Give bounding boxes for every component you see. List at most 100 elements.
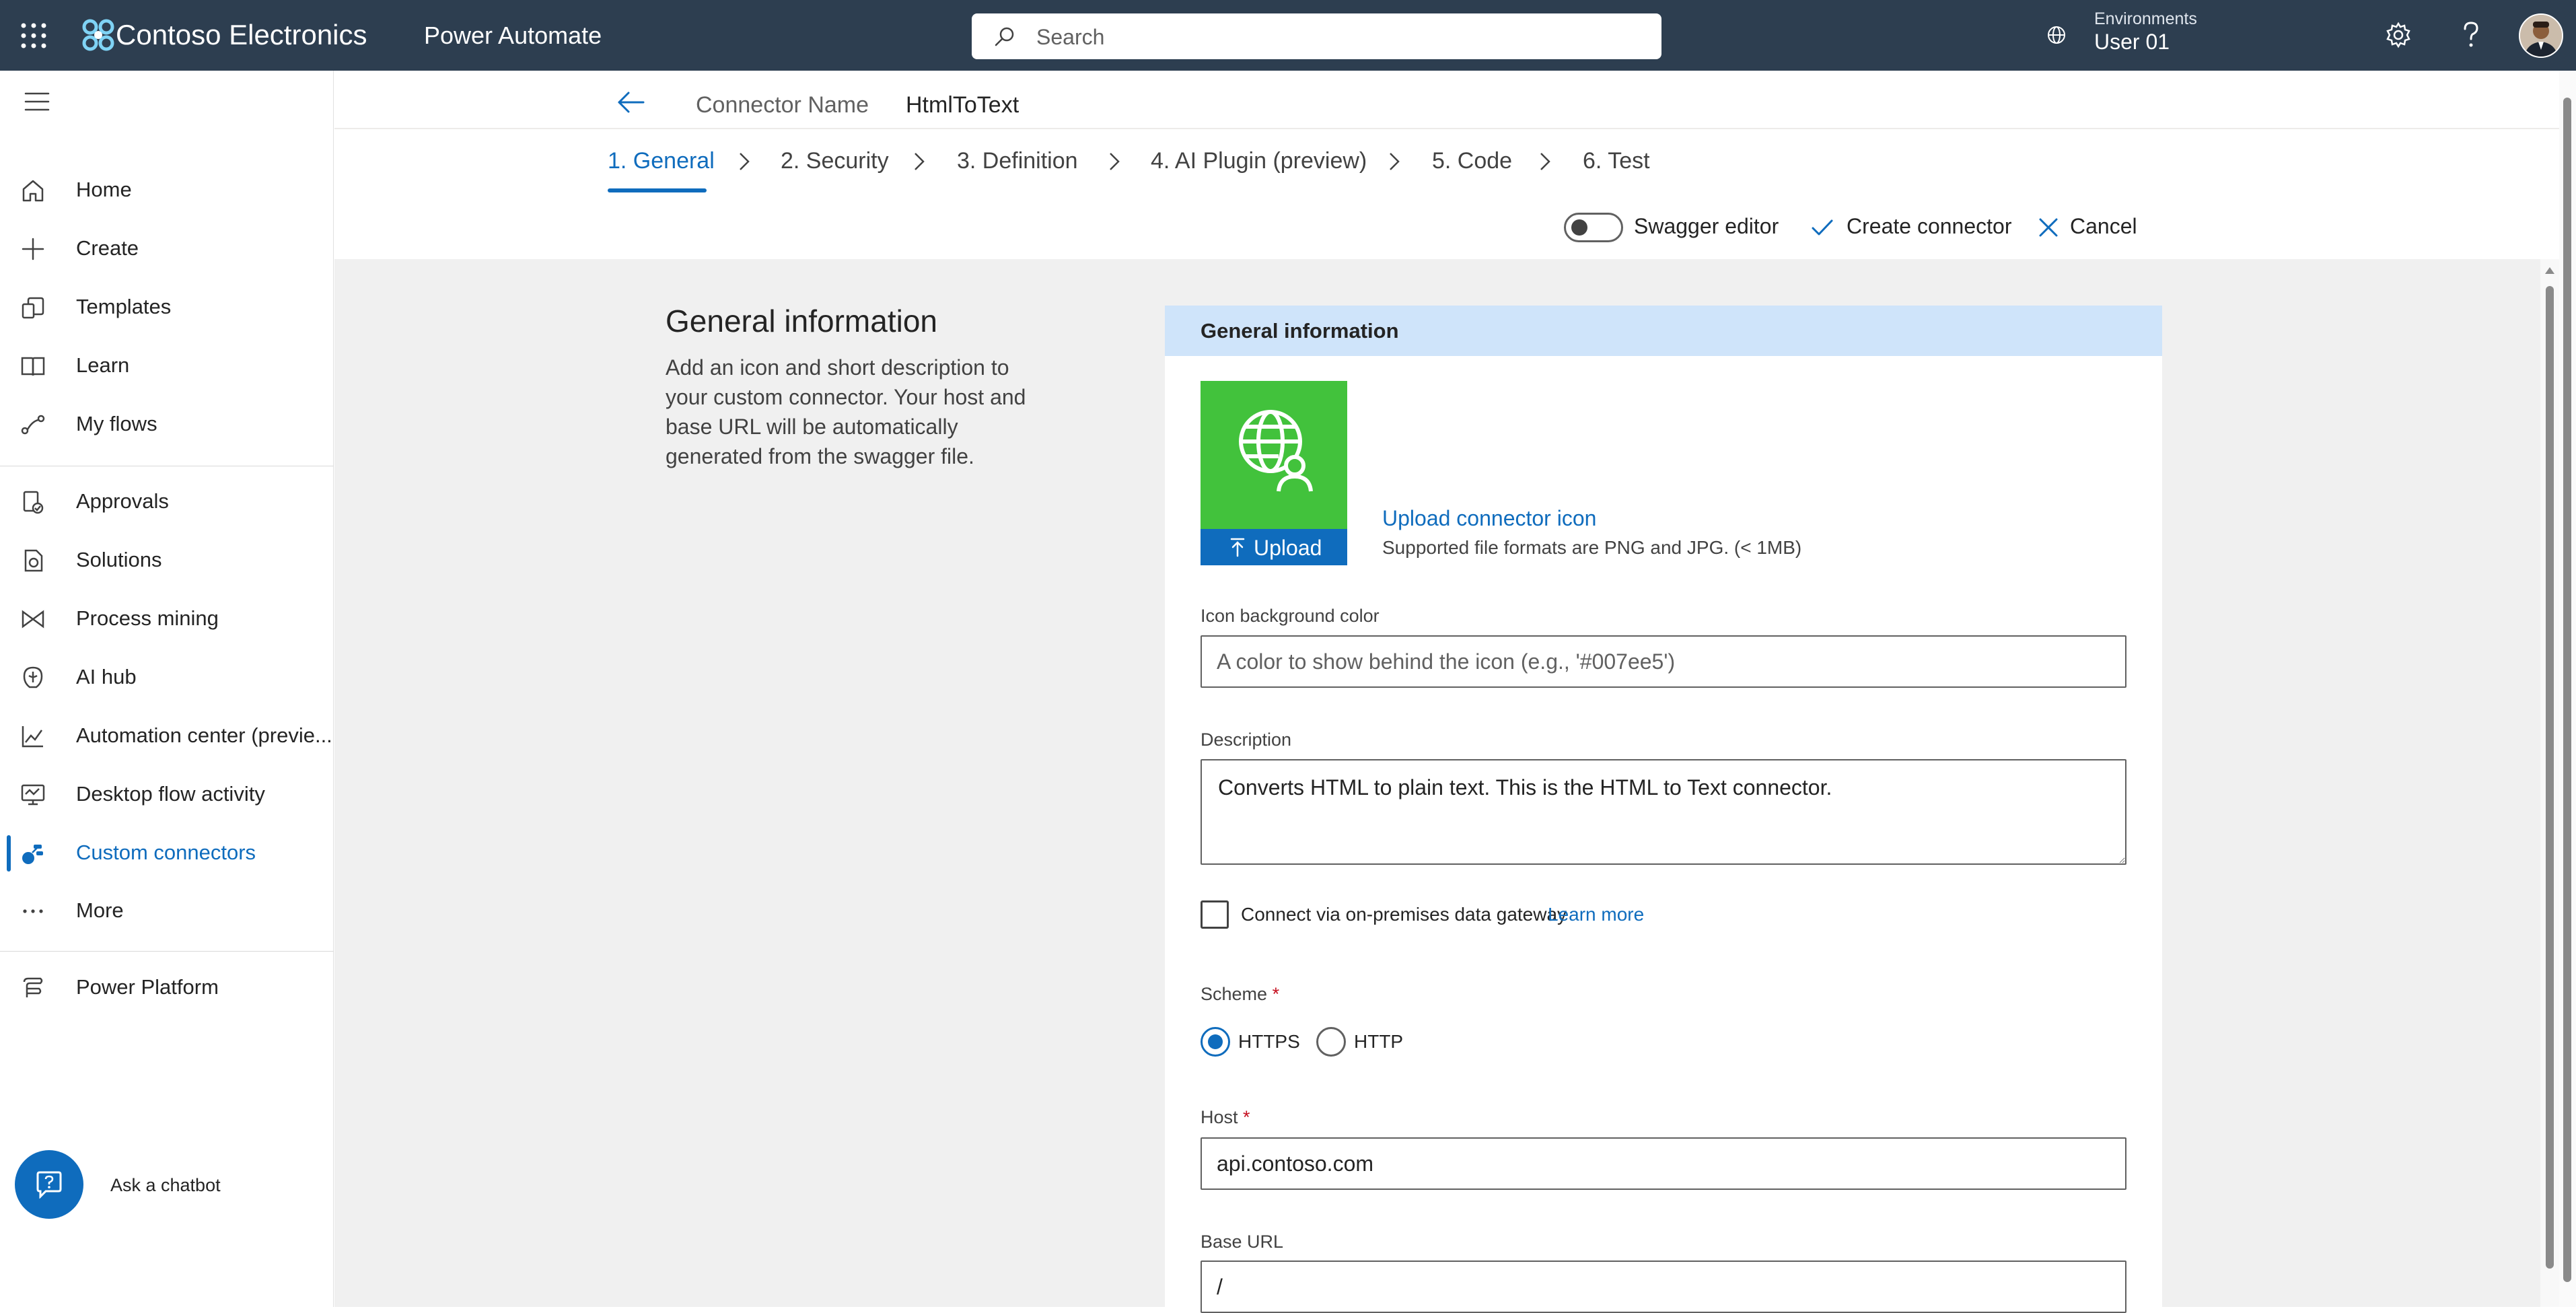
- settings-gear-icon[interactable]: [2385, 22, 2412, 48]
- create-connector-button[interactable]: Create connector: [1847, 214, 2011, 239]
- search-box[interactable]: Search: [972, 13, 1661, 59]
- scheme-https-radio[interactable]: [1201, 1027, 1230, 1057]
- active-step-indicator: [608, 188, 707, 192]
- card-title: General information: [1201, 319, 1399, 343]
- back-arrow-icon[interactable]: [616, 90, 646, 114]
- scheme-http-radio[interactable]: [1316, 1027, 1346, 1057]
- nav-label: AI hub: [76, 665, 137, 688]
- step-code[interactable]: 5. Code: [1432, 148, 1512, 174]
- connector-name-label: Connector Name: [696, 92, 869, 118]
- scheme-http-label[interactable]: HTTP: [1354, 1031, 1403, 1053]
- scheme-label: Scheme *: [1201, 984, 1280, 1004]
- approvals-icon: [23, 491, 44, 514]
- nav-item-solutions[interactable]: Solutions: [0, 533, 334, 588]
- chat-help-icon: [36, 1171, 62, 1199]
- user-avatar[interactable]: [2519, 13, 2563, 58]
- nav-item-ai-hub[interactable]: AI hub: [0, 650, 334, 705]
- swagger-editor-toggle[interactable]: [1564, 213, 1623, 242]
- scrollbar-thumb[interactable]: [2563, 98, 2571, 1282]
- card-header: General information: [1165, 306, 2162, 356]
- nav-label: Automation center (previe...: [76, 723, 332, 747]
- solutions-icon: [24, 549, 43, 572]
- scrollbar-thumb[interactable]: [2546, 286, 2554, 1269]
- connector-name-value[interactable]: HtmlToText: [906, 92, 1019, 118]
- side-panel-description: Add an icon and short description to you…: [666, 355, 1026, 468]
- chevron-right-icon: [1110, 153, 1120, 170]
- nav-item-process-mining[interactable]: Process mining: [0, 592, 334, 647]
- nav-item-desktop-flow-activity[interactable]: Desktop flow activity: [0, 767, 334, 822]
- step-definition[interactable]: 3. Definition: [957, 148, 1078, 174]
- nav-item-automation-center[interactable]: Automation center (previe...: [0, 709, 334, 764]
- icon-bg-color-label: Icon background color: [1201, 606, 1380, 626]
- nav-label: Desktop flow activity: [76, 782, 265, 806]
- nav-item-more[interactable]: More: [0, 884, 334, 939]
- product-name[interactable]: Power Automate: [424, 22, 602, 50]
- step-security[interactable]: 2. Security: [781, 148, 889, 174]
- chevron-right-icon: [1390, 153, 1400, 170]
- icon-bg-color-input[interactable]: [1201, 635, 2126, 688]
- scroll-up-icon[interactable]: [2544, 266, 2555, 275]
- checkmark-icon[interactable]: [1810, 215, 1834, 240]
- nav-label: Power Platform: [76, 975, 219, 999]
- nav-item-create[interactable]: Create: [0, 221, 334, 277]
- nav-label: My flows: [76, 412, 157, 435]
- scheme-https-label[interactable]: HTTPS: [1238, 1031, 1300, 1053]
- search-placeholder: Search: [1036, 25, 1105, 49]
- environment-picker[interactable]: User 01: [2094, 30, 2170, 55]
- content-scrollbar[interactable]: [2540, 259, 2559, 1307]
- step-ai-plugin[interactable]: 4. AI Plugin (preview): [1151, 148, 1367, 174]
- close-icon[interactable]: [2036, 215, 2061, 240]
- nav-label: Process mining: [76, 606, 219, 630]
- nav-item-learn[interactable]: Learn: [0, 339, 334, 394]
- toggle-knob: [1571, 219, 1587, 236]
- description-textarea[interactable]: Converts HTML to plain text. This is the…: [1201, 759, 2126, 865]
- book-icon: [21, 357, 45, 376]
- nav-divider: [0, 951, 334, 952]
- help-icon[interactable]: [2458, 20, 2484, 50]
- base-url-input[interactable]: [1201, 1261, 2126, 1313]
- upload-button[interactable]: Upload: [1201, 529, 1347, 565]
- nav-item-templates[interactable]: Templates: [0, 280, 334, 335]
- learn-more-link[interactable]: Learn more: [1548, 904, 1644, 925]
- upload-hint: Supported file formats are PNG and JPG. …: [1382, 537, 1802, 558]
- nav-label: Create: [76, 236, 139, 260]
- host-label: Host *: [1201, 1107, 1250, 1127]
- nav-item-home[interactable]: Home: [0, 163, 334, 218]
- chatbot-label[interactable]: Ask a chatbot: [110, 1175, 221, 1196]
- templates-icon: [22, 297, 44, 319]
- nav-label: Templates: [76, 295, 172, 318]
- nav-item-my-flows[interactable]: My flows: [0, 397, 334, 452]
- hamburger-menu-icon[interactable]: [24, 91, 50, 112]
- left-navigation: Home Create Templates Learn My flows App…: [0, 71, 334, 1307]
- home-icon: [22, 180, 44, 202]
- page-scrollbar[interactable]: [2559, 71, 2576, 1307]
- step-test[interactable]: 6. Test: [1583, 148, 1650, 174]
- upload-connector-icon-link[interactable]: Upload connector icon: [1382, 506, 1596, 531]
- ai-hub-icon: [23, 666, 43, 688]
- swagger-editor-label[interactable]: Swagger editor: [1634, 214, 1779, 239]
- step-general[interactable]: 1. General: [608, 148, 715, 174]
- nav-label: Approvals: [76, 489, 169, 513]
- nav-item-approvals[interactable]: Approvals: [0, 474, 334, 530]
- environment-icon[interactable]: [2046, 24, 2067, 46]
- chatbot-button[interactable]: [15, 1150, 83, 1219]
- cancel-button[interactable]: Cancel: [2070, 214, 2137, 239]
- nav-item-custom-connectors[interactable]: Custom connectors: [0, 826, 334, 881]
- chart-line-icon: [22, 726, 43, 748]
- host-input[interactable]: [1201, 1137, 2126, 1190]
- chevron-right-icon: [740, 153, 750, 170]
- nav-label: More: [76, 898, 124, 922]
- search-icon: [995, 27, 1014, 46]
- nav-label: Solutions: [76, 548, 162, 571]
- brand-name[interactable]: Contoso Electronics: [116, 19, 367, 51]
- flows-icon: [21, 415, 45, 435]
- plus-icon: [22, 238, 44, 260]
- nav-label: Custom connectors: [76, 841, 256, 864]
- top-bar: Contoso Electronics Power Automate Searc…: [0, 0, 2576, 71]
- chevron-right-icon: [915, 153, 925, 170]
- gateway-checkbox[interactable]: [1201, 900, 1229, 929]
- upload-label: Upload: [1254, 536, 1322, 560]
- chevron-right-icon: [1540, 153, 1550, 170]
- app-launcher-icon[interactable]: [20, 22, 47, 49]
- nav-item-power-platform[interactable]: Power Platform: [0, 960, 334, 1016]
